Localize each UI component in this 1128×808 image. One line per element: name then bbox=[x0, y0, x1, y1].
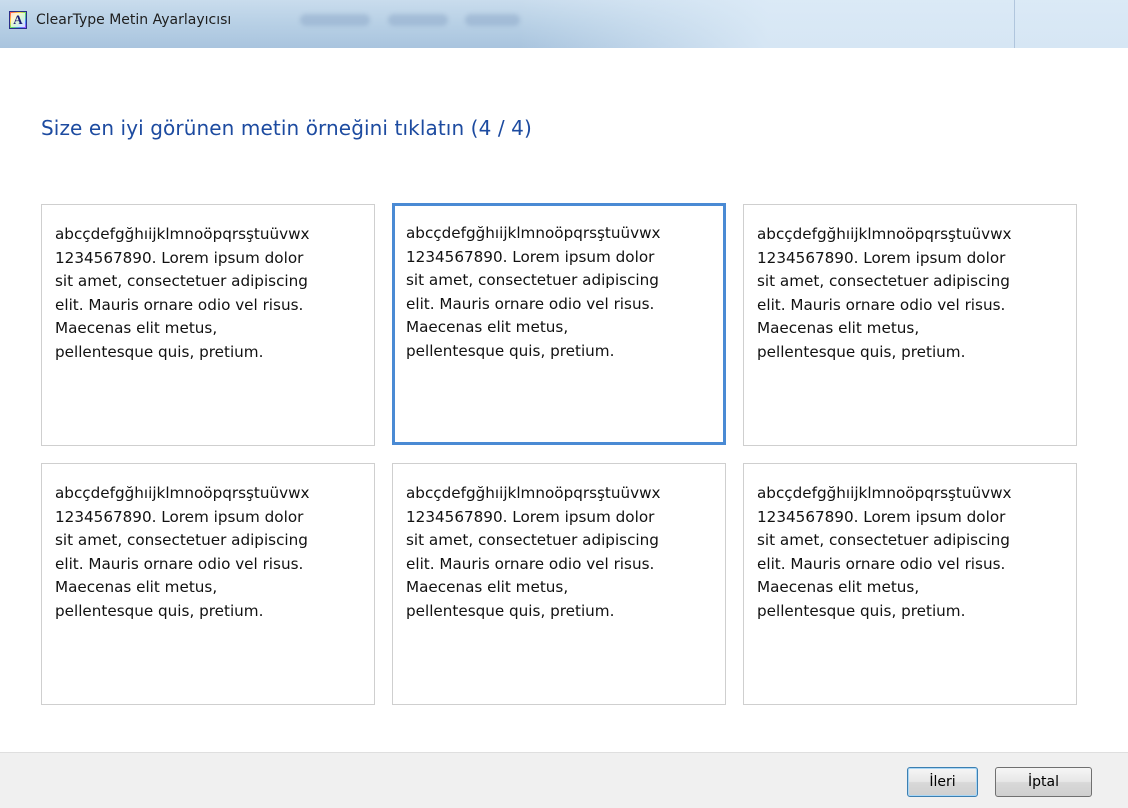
text-sample-5[interactable]: abcçdefgğhıijklmnoöpqrsştuüvwx 123456789… bbox=[392, 463, 726, 705]
cancel-button[interactable]: İptal bbox=[995, 767, 1092, 797]
cleartype-app-icon: A bbox=[9, 11, 27, 29]
sample-text: abcçdefgğhıijklmnoöpqrsştuüvwx 123456789… bbox=[55, 484, 310, 620]
sample-text: abcçdefgğhıijklmnoöpqrsştuüvwx 123456789… bbox=[406, 484, 661, 620]
sample-text: abcçdefgğhıijklmnoöpqrsştuüvwx 123456789… bbox=[55, 225, 310, 361]
text-sample-2[interactable]: abcçdefgğhıijklmnoöpqrsştuüvwx 123456789… bbox=[392, 203, 726, 445]
title-bar-divider bbox=[1014, 0, 1015, 48]
page-heading: Size en iyi görünen metin örneğini tıkla… bbox=[41, 116, 532, 140]
title-bar-glow bbox=[520, 0, 1128, 48]
sample-text: abcçdefgğhıijklmnoöpqrsştuüvwx 123456789… bbox=[757, 484, 1012, 620]
text-sample-4[interactable]: abcçdefgğhıijklmnoöpqrsştuüvwx 123456789… bbox=[41, 463, 375, 705]
background-blur bbox=[465, 14, 520, 26]
background-blur bbox=[300, 14, 370, 26]
text-sample-1[interactable]: abcçdefgğhıijklmnoöpqrsştuüvwx 123456789… bbox=[41, 204, 375, 446]
text-sample-6[interactable]: abcçdefgğhıijklmnoöpqrsştuüvwx 123456789… bbox=[743, 463, 1077, 705]
sample-text: abcçdefgğhıijklmnoöpqrsştuüvwx 123456789… bbox=[757, 225, 1012, 361]
next-button[interactable]: İleri bbox=[907, 767, 978, 797]
text-sample-3[interactable]: abcçdefgğhıijklmnoöpqrsştuüvwx 123456789… bbox=[743, 204, 1077, 446]
window-title: ClearType Metin Ayarlayıcısı bbox=[36, 12, 232, 28]
background-blur bbox=[388, 14, 448, 26]
title-bar[interactable]: A ClearType Metin Ayarlayıcısı bbox=[0, 0, 1128, 48]
sample-text: abcçdefgğhıijklmnoöpqrsştuüvwx 123456789… bbox=[406, 224, 661, 360]
